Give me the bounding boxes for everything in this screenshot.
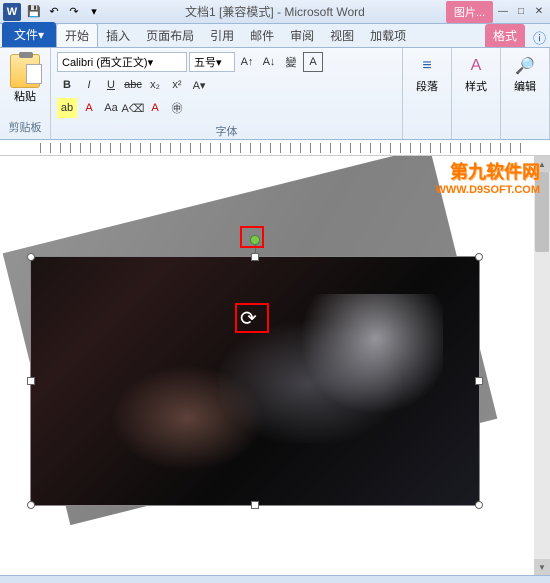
- editing-group: 🔎 编辑: [501, 48, 550, 139]
- highlight-button[interactable]: ab: [57, 98, 77, 118]
- styles-label: 样式: [465, 78, 487, 94]
- resize-handle-tr[interactable]: [475, 253, 483, 261]
- paragraph-icon: ≡: [415, 54, 439, 78]
- phonetic-guide-button[interactable]: 變: [281, 52, 301, 72]
- tab-file[interactable]: 文件 ▾: [2, 22, 56, 47]
- annotation-box-rotation-handle: [240, 226, 264, 248]
- qat-dropdown-icon[interactable]: ▾: [85, 3, 103, 21]
- paragraph-label: 段落: [416, 78, 438, 94]
- resize-handle-tl[interactable]: [27, 253, 35, 261]
- tab-home[interactable]: 开始: [56, 23, 98, 47]
- styles-button[interactable]: A 样式: [458, 52, 494, 96]
- font-size-select[interactable]: 五号 ▾: [189, 52, 235, 72]
- italic-button[interactable]: I: [79, 75, 99, 95]
- window-title: 文档1 [兼容模式] - Microsoft Word: [104, 3, 446, 20]
- clear-format-button[interactable]: A⌫: [123, 98, 143, 118]
- redo-icon[interactable]: ↷: [65, 3, 83, 21]
- subscript-button[interactable]: x₂: [145, 75, 165, 95]
- horizontal-ruler[interactable]: [0, 140, 550, 156]
- bold-button[interactable]: B: [57, 75, 77, 95]
- char-border-button[interactable]: A: [303, 52, 323, 72]
- save-icon[interactable]: 💾: [25, 3, 43, 21]
- strike-button[interactable]: abc: [123, 75, 143, 95]
- vertical-scrollbar[interactable]: ▲ ▼: [534, 156, 550, 575]
- tab-references[interactable]: 引用: [202, 24, 242, 47]
- close-button[interactable]: ✕: [531, 5, 547, 19]
- grow-font-icon[interactable]: A↑: [237, 52, 257, 72]
- resize-handle-tm[interactable]: [251, 253, 259, 261]
- superscript-button[interactable]: x²: [167, 75, 187, 95]
- text-effects-button[interactable]: A▾: [189, 75, 209, 95]
- help-icon[interactable]: ⓘ: [529, 28, 550, 47]
- undo-icon[interactable]: ↶: [45, 3, 63, 21]
- change-case-button[interactable]: Aa: [101, 98, 121, 118]
- font-group: Calibri (西文正文) ▾ 五号 ▾ A↑ A↓ 變 A B I U ab…: [51, 48, 403, 139]
- font-group-label: 字体: [57, 123, 396, 139]
- paste-button[interactable]: 粘贴: [6, 52, 44, 106]
- ribbon: 粘贴 剪贴板 Calibri (西文正文) ▾ 五号 ▾ A↑ A↓ 變 A B…: [0, 48, 550, 140]
- selected-image[interactable]: [30, 256, 480, 506]
- resize-handle-br[interactable]: [475, 501, 483, 509]
- ribbon-tabs: 文件 ▾ 开始 插入 页面布局 引用 邮件 审阅 视图 加载项 格式 ⓘ: [0, 24, 550, 48]
- document-canvas[interactable]: 第九软件网 WWW.D9SOFT.COM ⟳ ▲ ▼: [0, 156, 550, 575]
- minimize-button[interactable]: —: [495, 5, 511, 19]
- tab-view[interactable]: 视图: [322, 24, 362, 47]
- tab-addins[interactable]: 加载项: [362, 24, 414, 47]
- titlebar: W 💾 ↶ ↷ ▾ 文档1 [兼容模式] - Microsoft Word 图片…: [0, 0, 550, 24]
- tab-review[interactable]: 审阅: [282, 24, 322, 47]
- statusbar: [0, 575, 550, 583]
- enclose-char-button[interactable]: ㊥: [167, 98, 187, 118]
- resize-handle-ml[interactable]: [27, 377, 35, 385]
- paragraph-button[interactable]: ≡ 段落: [409, 52, 445, 96]
- resize-handle-bm[interactable]: [251, 501, 259, 509]
- maximize-button[interactable]: □: [513, 5, 529, 19]
- resize-handle-bl[interactable]: [27, 501, 35, 509]
- font-name-select[interactable]: Calibri (西文正文) ▾: [57, 52, 187, 72]
- paragraph-group: ≡ 段落: [403, 48, 452, 139]
- word-app-icon: W: [3, 3, 21, 21]
- tab-mail[interactable]: 邮件: [242, 24, 282, 47]
- editing-button[interactable]: 🔎 编辑: [507, 52, 543, 96]
- tab-format[interactable]: 格式: [485, 24, 525, 47]
- clipboard-group-label: 剪贴板: [6, 119, 44, 135]
- clipboard-icon: [10, 54, 40, 88]
- tab-layout[interactable]: 页面布局: [138, 24, 202, 47]
- underline-button[interactable]: U: [101, 75, 121, 95]
- rotate-cursor-icon: ⟳: [240, 306, 257, 331]
- styles-icon: A: [464, 54, 488, 78]
- styles-group: A 样式: [452, 48, 501, 139]
- paste-label: 粘贴: [14, 88, 36, 104]
- find-icon: 🔎: [513, 54, 537, 78]
- picture-tools-label: 图片...: [446, 1, 493, 23]
- resize-handle-mr[interactable]: [475, 377, 483, 385]
- watermark-en: WWW.D9SOFT.COM: [436, 184, 541, 196]
- watermark-cn: 第九软件网: [436, 158, 541, 184]
- shrink-font-icon[interactable]: A↓: [259, 52, 279, 72]
- tab-insert[interactable]: 插入: [98, 24, 138, 47]
- font-color-button[interactable]: A: [79, 98, 99, 118]
- editing-label: 编辑: [514, 78, 536, 94]
- watermark: 第九软件网 WWW.D9SOFT.COM: [436, 158, 541, 196]
- scroll-down-button[interactable]: ▼: [534, 559, 550, 575]
- char-shading-button[interactable]: A: [145, 98, 165, 118]
- clipboard-group: 粘贴 剪贴板: [0, 48, 51, 139]
